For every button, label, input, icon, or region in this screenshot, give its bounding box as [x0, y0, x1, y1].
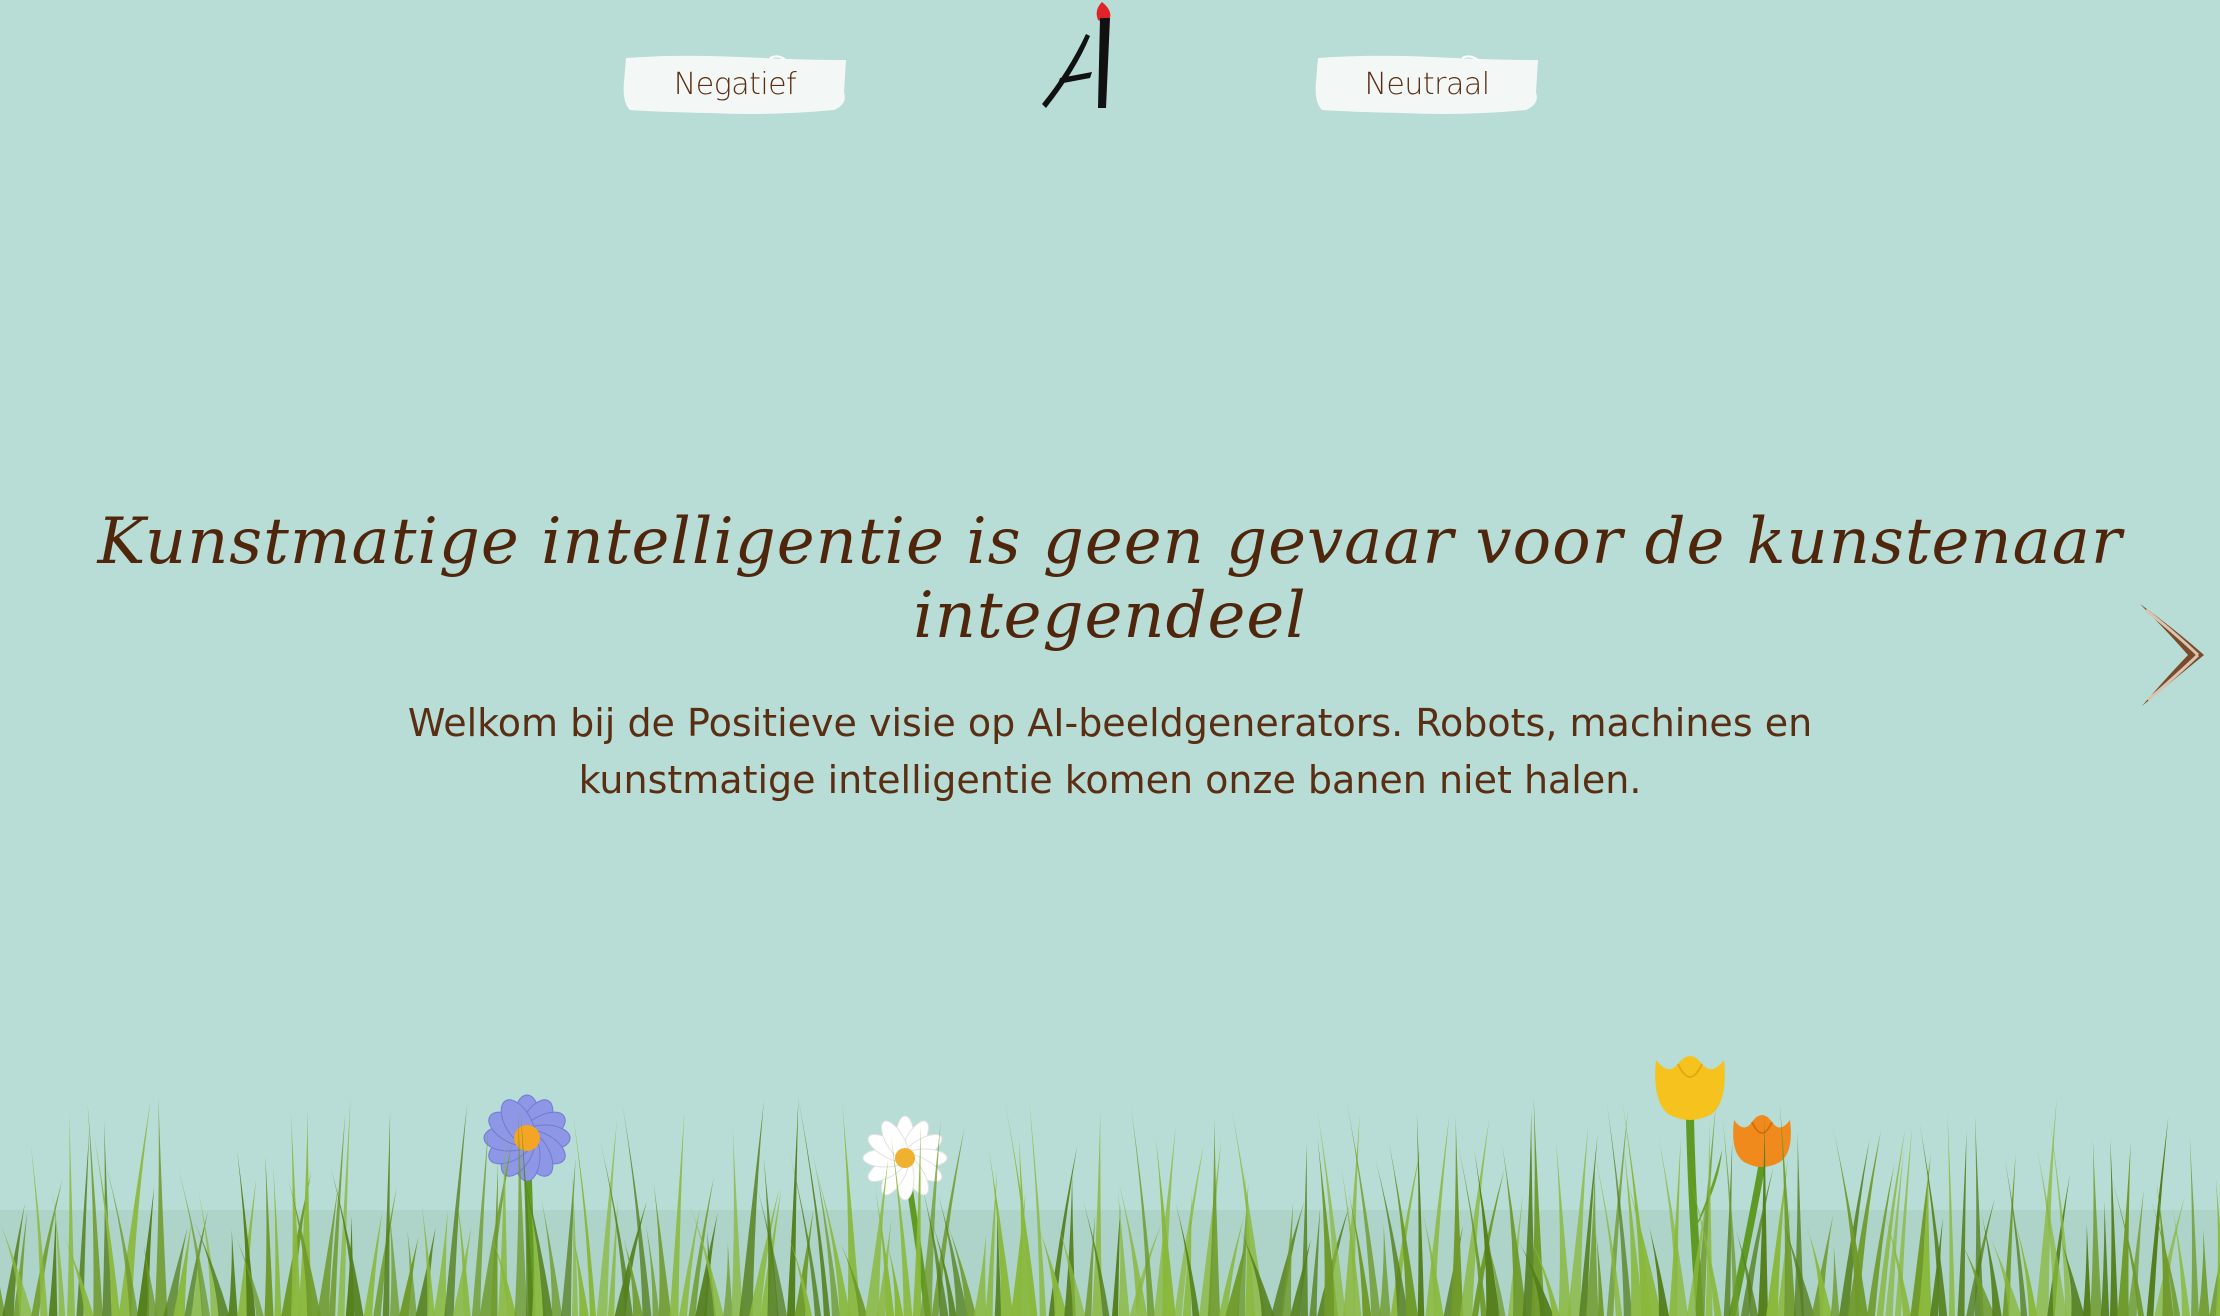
- chevron-right-icon: [2140, 604, 2204, 706]
- meadow-illustration: [0, 1056, 2220, 1316]
- intro-line-1: Welkom bij de Positieve visie op AI-beel…: [407, 701, 1813, 745]
- page-title: Kunstmatige intelligentie is geen gevaar…: [97, 505, 2123, 653]
- ai-paintbrush-logo[interactable]: [1040, 0, 1120, 112]
- intro-line-2: kunstmatige intelligentie komen onze ban…: [578, 758, 1642, 802]
- intro-text: Welkom bij de Positieve visie op AI-beel…: [0, 695, 2220, 809]
- negative-view-label: Negatief: [673, 66, 797, 102]
- neutral-view-label: Neutraal: [1364, 66, 1490, 102]
- neutral-view-button[interactable]: Neutraal: [1312, 52, 1542, 116]
- next-page-button[interactable]: [2136, 600, 2206, 710]
- negative-view-button[interactable]: Negatief: [620, 52, 850, 116]
- logo-icon: [1042, 2, 1111, 108]
